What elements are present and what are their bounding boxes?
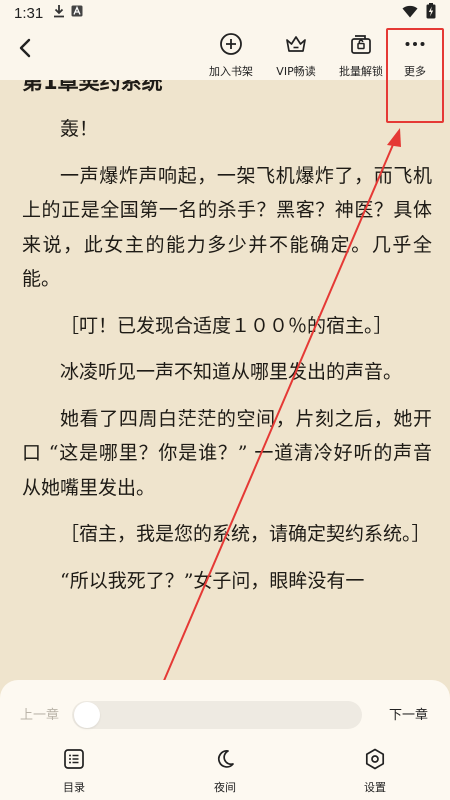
highlight-box [386,28,444,123]
vip-read-label: VIP畅读 [276,65,316,78]
status-bar: 1:31 [0,0,450,26]
moon-icon [214,748,236,774]
chapter-progress-slider[interactable] [72,701,362,729]
download-icon [53,4,65,22]
paragraph: “所以我死了？”女子问，眼眸没有一 [60,569,365,592]
chevron-left-icon [18,38,32,62]
paragraph: 一声爆炸声响起，一架飞机爆炸了，而飞机上的正是全国第一名的杀手？黑客？神医？具体… [22,164,432,291]
crown-icon [284,32,308,60]
slider-thumb[interactable] [74,702,100,728]
paragraph: 冰凌听见一声不知道从哪里发出的声音。 [60,361,403,383]
battery-charging-icon [426,3,436,23]
prev-chapter-button[interactable]: 上一章 [20,704,59,723]
bulk-unlock-label: 批量解锁 [339,65,383,78]
vip-read-button[interactable]: VIP畅读 [265,32,327,78]
a-notification-icon [71,5,83,21]
paragraph: 轰！ [60,118,99,140]
add-to-shelf-label: 加入书架 [209,65,253,78]
paragraph: ［宿主，我是您的系统，请确定契约系统。］ [60,523,431,545]
reader-toolbar: 加入书架 VIP畅读 批量解锁 更多 [0,26,450,80]
plus-circle-icon [219,32,243,60]
night-mode-button[interactable]: 夜间 [195,748,255,794]
next-chapter-button[interactable]: 下一章 [389,704,428,723]
reader-content[interactable]: 第1章契约系统 轰！ 一声爆炸声响起，一架飞机爆炸了，而飞机上的正是全国第一名的… [22,62,432,610]
list-icon [63,748,85,774]
add-to-shelf-button[interactable]: 加入书架 [200,32,262,78]
unlock-icon [349,32,373,60]
settings-label: 设置 [364,781,386,794]
settings-button[interactable]: 设置 [345,748,405,794]
back-button[interactable] [10,35,40,65]
wifi-icon [402,5,418,22]
paragraph: ［叮！已发现合适度１００％的宿主。］ [60,314,393,337]
settings-icon [364,748,386,774]
bulk-unlock-button[interactable]: 批量解锁 [330,32,392,78]
catalog-button[interactable]: 目录 [44,748,104,794]
night-mode-label: 夜间 [214,781,236,794]
status-time: 1:31 [14,4,44,22]
paragraph: 她看了四周白茫茫的空间，片刻之后，她开口 “这是哪里？你是谁？” 一道清冷好听的… [22,407,432,499]
bottom-control-panel: 上一章 下一章 目录 夜间 设置 [0,680,450,800]
catalog-label: 目录 [63,781,85,794]
